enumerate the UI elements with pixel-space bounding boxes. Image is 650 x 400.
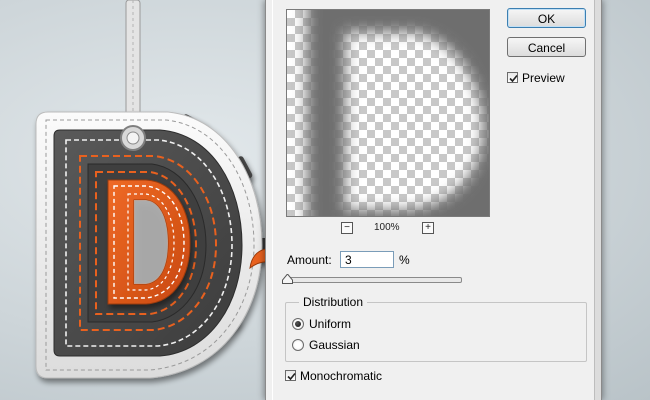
- ok-button[interactable]: OK: [507, 8, 586, 28]
- distribution-label: Distribution: [299, 295, 368, 309]
- zoom-in-icon[interactable]: +: [422, 222, 434, 234]
- uniform-label: Uniform: [309, 317, 352, 331]
- zoom-out-icon[interactable]: −: [341, 222, 353, 234]
- uniform-radio[interactable]: [292, 318, 304, 330]
- leather-tag-artwork: [35, 0, 270, 379]
- dialog-edge: [594, 0, 601, 400]
- checkmark-icon: [287, 372, 296, 381]
- slider-thumb-icon[interactable]: [282, 274, 293, 284]
- monochromatic-label: Monochromatic: [300, 369, 383, 383]
- cancel-button[interactable]: Cancel: [507, 37, 586, 57]
- preview-label: Preview: [522, 71, 565, 85]
- radio-selected-dot: [295, 321, 301, 327]
- gaussian-label: Gaussian: [309, 338, 360, 352]
- distribution-group: [285, 302, 587, 362]
- preview-checkbox[interactable]: [507, 72, 518, 83]
- zoom-level: 100%: [374, 222, 400, 233]
- filter-preview[interactable]: [286, 9, 490, 217]
- metal-ring: [120, 125, 146, 151]
- amount-unit: %: [399, 253, 410, 267]
- gaussian-radio[interactable]: [292, 339, 304, 351]
- checkmark-icon: [509, 74, 518, 83]
- monochromatic-checkbox[interactable]: [285, 370, 296, 381]
- preview-image: [307, 10, 489, 216]
- amount-label: Amount:: [287, 253, 332, 267]
- amount-input[interactable]: [340, 251, 394, 268]
- amount-slider-track[interactable]: [287, 277, 462, 283]
- letter-d: [107, 179, 191, 305]
